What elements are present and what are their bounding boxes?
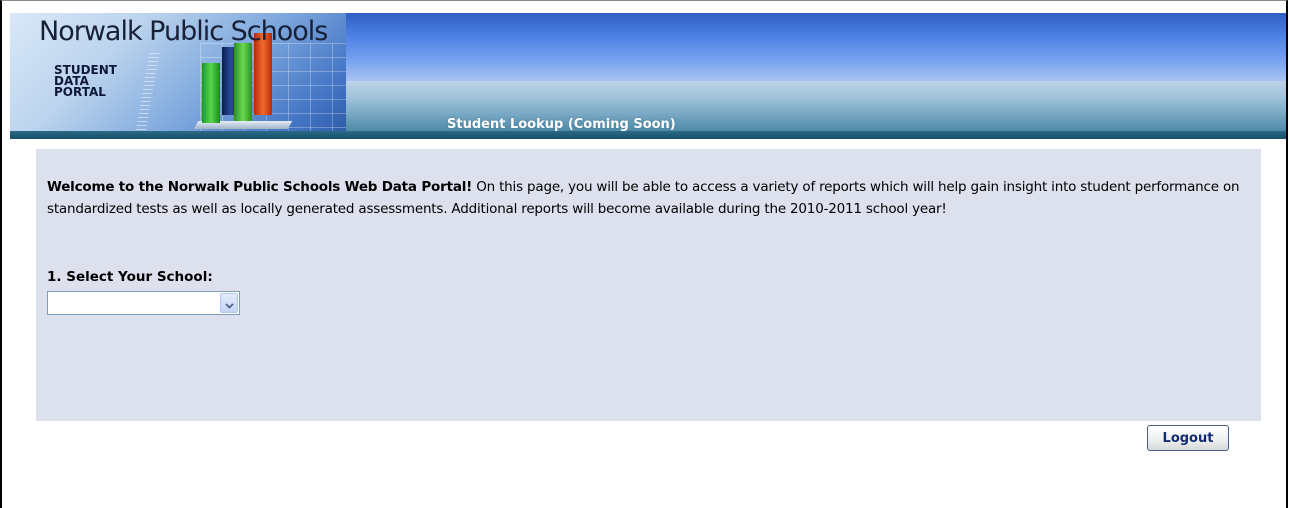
logo-chart-bar-green-tall [234,43,252,121]
welcome-heading: Welcome to the Norwalk Public Schools We… [47,179,473,195]
school-select[interactable] [47,291,240,315]
welcome-message: Welcome to the Norwalk Public Schools We… [47,176,1257,220]
page-frame: Norwalk Public Schools STUDENT DATA PORT… [0,0,1288,508]
logout-button[interactable]: Logout [1147,425,1229,451]
main-content-panel: Welcome to the Norwalk Public Schools We… [36,149,1261,421]
dropdown-button[interactable] [220,293,238,313]
header-divider [10,131,1286,139]
select-school-label: 1. Select Your School: [47,269,213,285]
logo-subtitle: STUDENT DATA PORTAL [54,64,117,99]
logo-chart-bar-green [202,63,220,123]
portal-logo[interactable]: Norwalk Public Schools STUDENT DATA PORT… [10,13,346,137]
header-banner [346,13,1286,81]
site-header: Norwalk Public Schools STUDENT DATA PORT… [10,13,1286,139]
chevron-down-icon [224,294,234,313]
logo-title: Norwalk Public Schools [39,16,328,47]
logo-ruler-graphic [134,53,160,137]
logo-subtitle-line: PORTAL [54,85,106,99]
nav-tab-student-lookup[interactable]: Student Lookup (Coming Soon) [447,117,676,132]
